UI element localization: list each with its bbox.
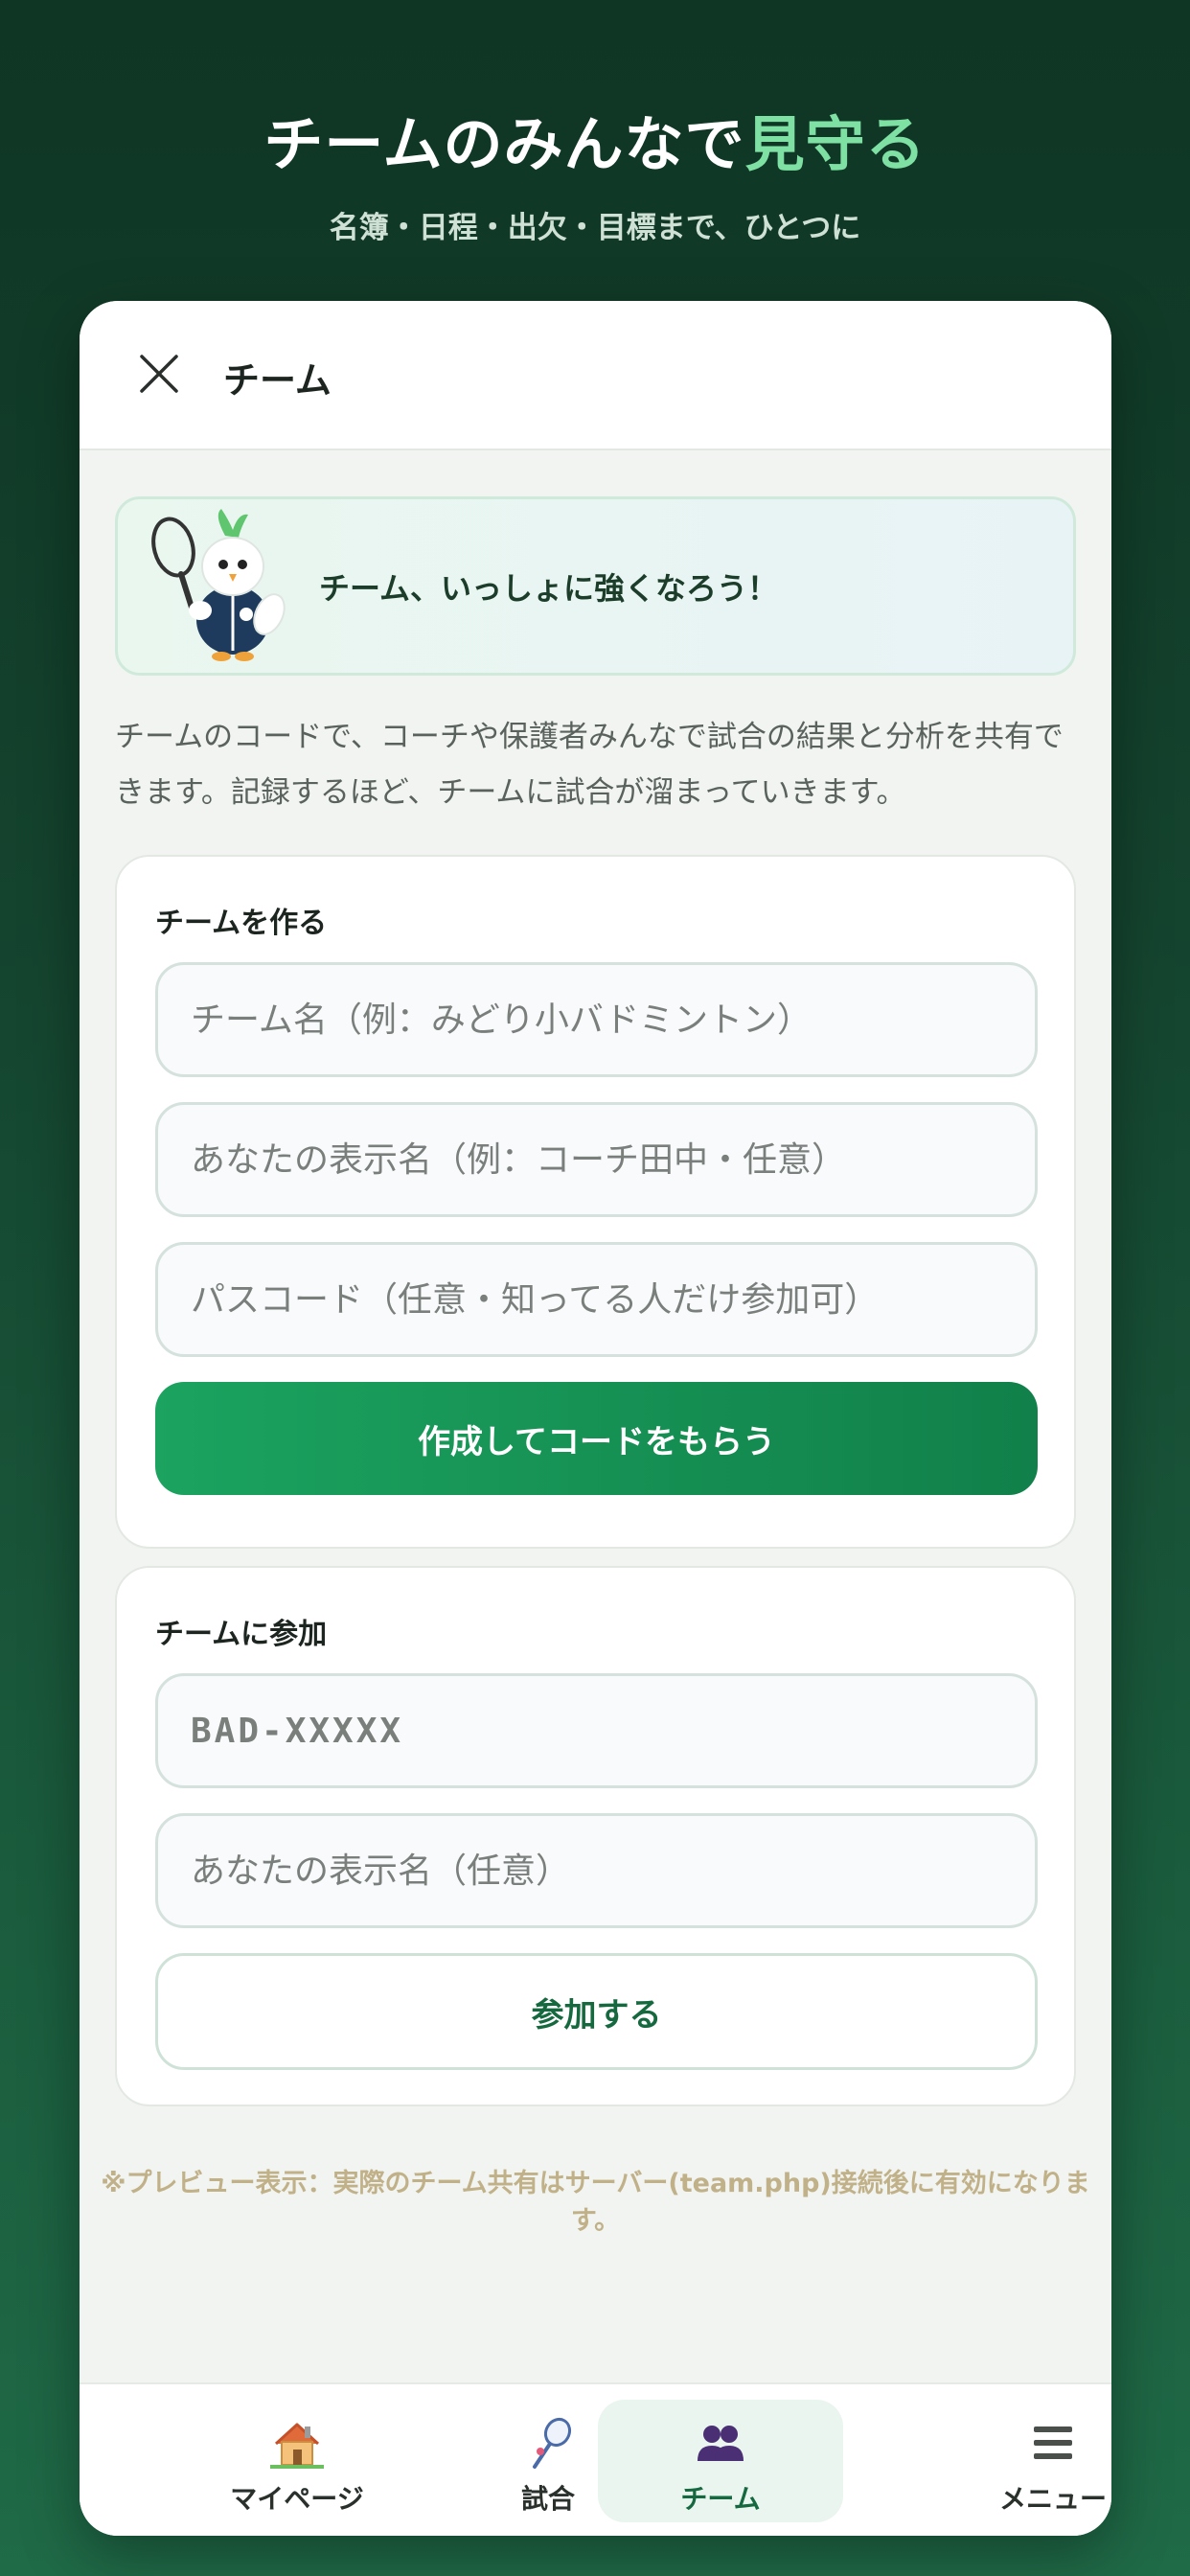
join-display-name-input[interactable] <box>155 1813 1038 1928</box>
close-button[interactable] <box>127 342 191 405</box>
tab-menu[interactable]: メニュー <box>930 2400 1111 2522</box>
team-code-input[interactable] <box>155 1673 1038 1788</box>
tab-mypage[interactable]: マイページ <box>174 2400 420 2522</box>
bird-mascot-icon <box>151 509 286 661</box>
hamburger-menu-icon <box>930 2417 1111 2471</box>
bottom-tab-bar: マイページ 試合 チーム メニュー <box>80 2382 1111 2536</box>
join-team-label: チームに参加 <box>155 1618 328 1651</box>
team-modal-card: チーム チーム、いっしょに強くなろう！ チームのコードで、コーチや保護者みんなで… <box>80 301 1111 2536</box>
close-icon <box>140 355 178 393</box>
people-icon <box>598 2417 843 2471</box>
display-name-input[interactable] <box>155 1102 1038 1217</box>
team-description: チームのコードで、コーチや保護者みんなで試合の結果と分析を共有できます。記録する… <box>115 720 1064 810</box>
create-team-label: チームを作る <box>155 907 328 940</box>
hero-title: チームのみんなで見守る <box>0 96 1190 182</box>
tab-team-label: チーム <box>680 2483 761 2515</box>
mascot-banner: チーム、いっしょに強くなろう！ <box>115 496 1076 676</box>
passcode-input[interactable] <box>155 1242 1038 1357</box>
modal-title: チーム <box>223 359 332 402</box>
tab-mypage-label: マイページ <box>230 2483 364 2515</box>
preview-note: ※プレビュー表示：実際のチーム共有はサーバー(team.php)接続後に有効にな… <box>101 2169 1090 2236</box>
hero-subtitle: 名簿・日程・出欠・目標まで、ひとつに <box>329 211 861 245</box>
join-team-button[interactable]: 参加する <box>155 1953 1038 2070</box>
house-icon <box>174 2417 420 2471</box>
create-team-section: チームを作る 作成してコードをもらう <box>115 855 1076 1549</box>
tab-menu-label: メニュー <box>998 2483 1107 2515</box>
hero-title-main: チームのみんなで <box>263 109 745 179</box>
banner-text: チーム、いっしょに強くなろう！ <box>319 570 779 607</box>
modal-header: チーム <box>80 301 1111 450</box>
team-name-input[interactable] <box>155 962 1038 1077</box>
hero-title-accent: 見守る <box>744 109 927 179</box>
join-team-section: チームに参加 参加する <box>115 1566 1076 2106</box>
tab-team[interactable]: チーム <box>598 2400 843 2522</box>
create-team-button[interactable]: 作成してコードをもらう <box>155 1382 1038 1495</box>
